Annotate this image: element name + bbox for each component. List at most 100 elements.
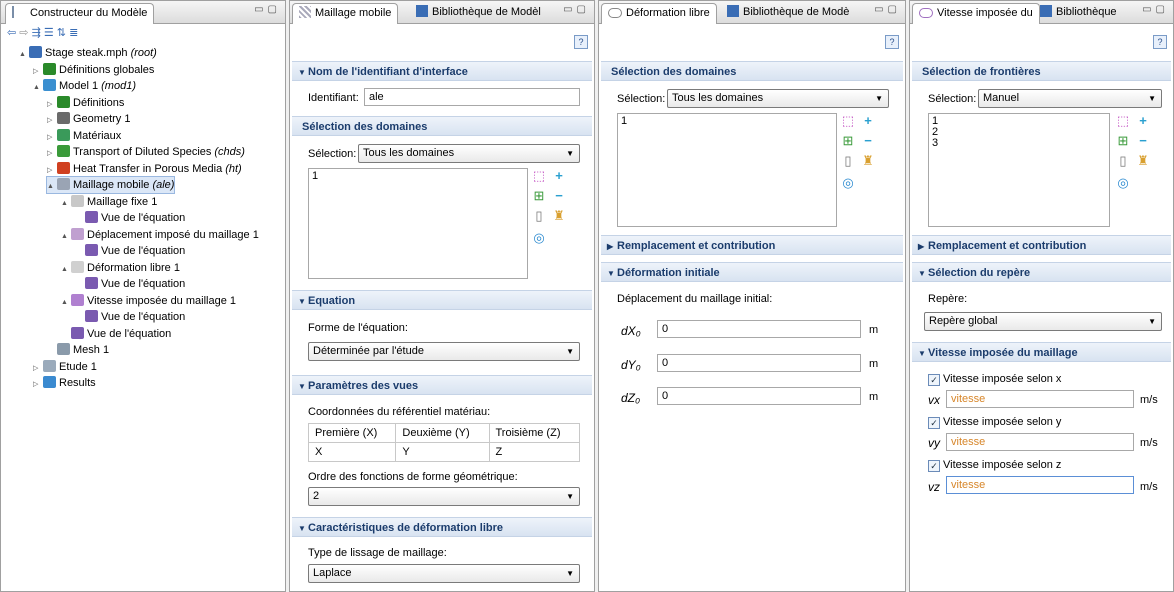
vy-input[interactable]: vitesse bbox=[946, 433, 1134, 451]
list-item[interactable]: 1 bbox=[312, 171, 524, 182]
zoom-selection-icon[interactable]: ◎ bbox=[532, 231, 546, 245]
equation-form-dropdown[interactable]: Déterminée par l'étude ▼ bbox=[308, 342, 580, 361]
table-cell[interactable]: X bbox=[307, 442, 397, 462]
window-buttons[interactable]: ▭▢ bbox=[563, 4, 590, 15]
remove-icon[interactable]: − bbox=[1136, 134, 1150, 148]
expand-arrow-icon[interactable]: ▲ bbox=[61, 196, 71, 212]
tree-node[interactable]: ▷ Définitions globales bbox=[33, 62, 154, 78]
checkbox-velocity-z[interactable]: ✓ Vitesse imposée selon z bbox=[928, 459, 1061, 472]
tree-node[interactable]: ▲ Maillage fixe 1 bbox=[61, 194, 157, 210]
copy-icon[interactable]: ▯ bbox=[1116, 154, 1130, 168]
selection-dropdown[interactable]: Manuel ▼ bbox=[978, 89, 1162, 108]
tree-node[interactable]: Vue de l'équation bbox=[61, 326, 171, 342]
expand-icon[interactable]: ⇶ bbox=[32, 27, 41, 39]
clear-icon[interactable]: ♜ bbox=[552, 209, 566, 223]
copy-icon[interactable]: ▯ bbox=[532, 209, 546, 223]
tree-node[interactable]: ▷ Définitions bbox=[47, 95, 124, 111]
clear-icon[interactable]: ♜ bbox=[861, 154, 875, 168]
tab-moving-mesh[interactable]: Maillage mobile bbox=[292, 3, 399, 24]
dz-input[interactable]: 0 bbox=[657, 387, 861, 405]
section-override-contribution[interactable]: ▶ Remplacement et contribution bbox=[912, 235, 1171, 255]
tree-node[interactable]: Vue de l'équation bbox=[75, 210, 185, 226]
tree-node[interactable]: ▲ Vitesse imposée du maillage 1 bbox=[61, 293, 236, 309]
section-frame-selection[interactable]: ▼ Sélection du repère bbox=[912, 262, 1171, 282]
tab-prescribed-velocity[interactable]: Vitesse imposée du bbox=[912, 3, 1040, 24]
expand-arrow-icon[interactable]: ▲ bbox=[61, 295, 71, 311]
section-domain-selection[interactable]: Sélection des domaines bbox=[292, 116, 592, 136]
dy-input[interactable]: 0 bbox=[657, 354, 861, 372]
selection-dropdown[interactable]: Tous les domaines ▼ bbox=[358, 144, 580, 163]
checkbox-velocity-x[interactable]: ✓ Vitesse imposée selon x bbox=[928, 373, 1061, 386]
tree-node[interactable]: ▲ Model 1 (mod1) bbox=[33, 78, 136, 94]
expand-arrow-icon[interactable]: ▲ bbox=[33, 80, 43, 96]
tree-node[interactable]: Vue de l'équation bbox=[75, 276, 185, 292]
section-initial-deformation[interactable]: ▼ Déformation initiale bbox=[601, 262, 903, 282]
boundary-list[interactable]: 1 2 3 bbox=[928, 113, 1110, 227]
checkbox-velocity-y[interactable]: ✓ Vitesse imposée selon y bbox=[928, 416, 1061, 429]
forward-arrow-icon[interactable]: ⇨ bbox=[19, 27, 28, 39]
table-cell[interactable]: Z bbox=[488, 442, 580, 462]
tree-node[interactable]: ▲ Stage steak.mph (root) bbox=[19, 45, 157, 61]
section-domain-selection[interactable]: Sélection des domaines bbox=[601, 61, 903, 81]
list-item[interactable]: 2 bbox=[932, 127, 1106, 138]
tree-node[interactable]: Mesh 1 bbox=[47, 342, 109, 358]
help-icon[interactable]: ? bbox=[1153, 35, 1167, 49]
list-icon[interactable]: ≣ bbox=[69, 27, 78, 39]
tree-node[interactable]: ▲ Déformation libre 1 bbox=[61, 260, 180, 276]
tree-node[interactable]: ▷ Results bbox=[33, 375, 96, 391]
tree-node[interactable]: ▷ Geometry 1 bbox=[47, 111, 130, 127]
select-icon[interactable]: ⬚ bbox=[841, 114, 855, 128]
section-boundary-selection[interactable]: Sélection de frontières bbox=[912, 61, 1171, 81]
section-prescribed-mesh-velocity[interactable]: ▼ Vitesse imposée du maillage bbox=[912, 342, 1171, 362]
tab-model-library[interactable]: Bibliothèque de Modè bbox=[721, 3, 855, 23]
back-arrow-icon[interactable]: ⇦ bbox=[7, 27, 16, 39]
vz-input[interactable]: vitesse bbox=[946, 476, 1134, 494]
sort-icon[interactable]: ⇅ bbox=[57, 27, 66, 39]
tree-node[interactable]: ▷ Matériaux bbox=[47, 128, 121, 144]
section-view-parameters[interactable]: ▼ Paramètres des vues bbox=[292, 375, 592, 395]
tab-model-library[interactable]: Bibliothèque bbox=[1034, 3, 1123, 23]
tab-model-library[interactable]: Bibliothèque de Modèl bbox=[410, 3, 547, 23]
expand-arrow-icon[interactable]: ▲ bbox=[47, 179, 57, 195]
tree-node[interactable]: ▲ Déplacement imposé du maillage 1 bbox=[61, 227, 259, 243]
add-icon[interactable]: + bbox=[552, 169, 566, 183]
tree-node[interactable]: ▷ Transport of Diluted Species (chds) bbox=[47, 144, 245, 160]
window-buttons[interactable]: ▭▢ bbox=[1142, 4, 1169, 15]
tree-node[interactable]: ▲ Maillage mobile (ale) bbox=[45, 176, 176, 195]
domain-list[interactable]: 1 bbox=[617, 113, 837, 227]
expand-arrow-icon[interactable]: ▲ bbox=[61, 262, 71, 278]
window-buttons[interactable]: ▭▢ bbox=[254, 4, 281, 15]
add-icon[interactable]: + bbox=[861, 114, 875, 128]
zoom-selection-icon[interactable]: ◎ bbox=[1116, 176, 1130, 190]
tree-node[interactable]: Vue de l'équation bbox=[75, 243, 185, 259]
section-equation[interactable]: ▼ Equation bbox=[292, 290, 592, 310]
help-icon[interactable]: ? bbox=[574, 35, 588, 49]
window-buttons[interactable]: ▭▢ bbox=[874, 4, 901, 15]
vx-input[interactable]: vitesse bbox=[946, 390, 1134, 408]
domain-list[interactable]: 1 bbox=[308, 168, 528, 279]
smoothing-type-dropdown[interactable]: Laplace ▼ bbox=[308, 564, 580, 583]
frame-dropdown[interactable]: Repère global ▼ bbox=[924, 312, 1162, 331]
list-item[interactable]: 1 bbox=[932, 116, 1106, 127]
tree-node[interactable]: ▷ Etude 1 bbox=[33, 359, 97, 375]
copy-icon[interactable]: ▯ bbox=[841, 154, 855, 168]
expand-arrow-icon[interactable]: ▲ bbox=[19, 47, 29, 63]
list-item[interactable]: 1 bbox=[621, 116, 833, 127]
select-icon[interactable]: ⬚ bbox=[1116, 114, 1130, 128]
table-cell[interactable]: Y bbox=[395, 442, 490, 462]
section-free-deformation[interactable]: ▼ Caractéristiques de déformation libre bbox=[292, 517, 592, 537]
remove-icon[interactable]: − bbox=[861, 134, 875, 148]
collapse-icon[interactable]: ☰ bbox=[44, 27, 54, 39]
tab-free-deformation[interactable]: Déformation libre bbox=[601, 3, 717, 24]
shape-order-dropdown[interactable]: 2 ▼ bbox=[308, 487, 580, 506]
clear-icon[interactable]: ♜ bbox=[1136, 154, 1150, 168]
zoom-selection-icon[interactable]: ◎ bbox=[841, 176, 855, 190]
paste-selection-icon[interactable]: ⊞ bbox=[532, 189, 546, 203]
expand-arrow-icon[interactable]: ▲ bbox=[61, 229, 71, 245]
section-override-contribution[interactable]: ▶ Remplacement et contribution bbox=[601, 235, 903, 255]
paste-selection-icon[interactable]: ⊞ bbox=[1116, 134, 1130, 148]
expand-arrow-icon[interactable]: ▷ bbox=[33, 377, 43, 393]
paste-selection-icon[interactable]: ⊞ bbox=[841, 134, 855, 148]
select-icon[interactable]: ⬚ bbox=[532, 169, 546, 183]
tab-model-builder[interactable]: Constructeur du Modèle bbox=[5, 3, 155, 24]
